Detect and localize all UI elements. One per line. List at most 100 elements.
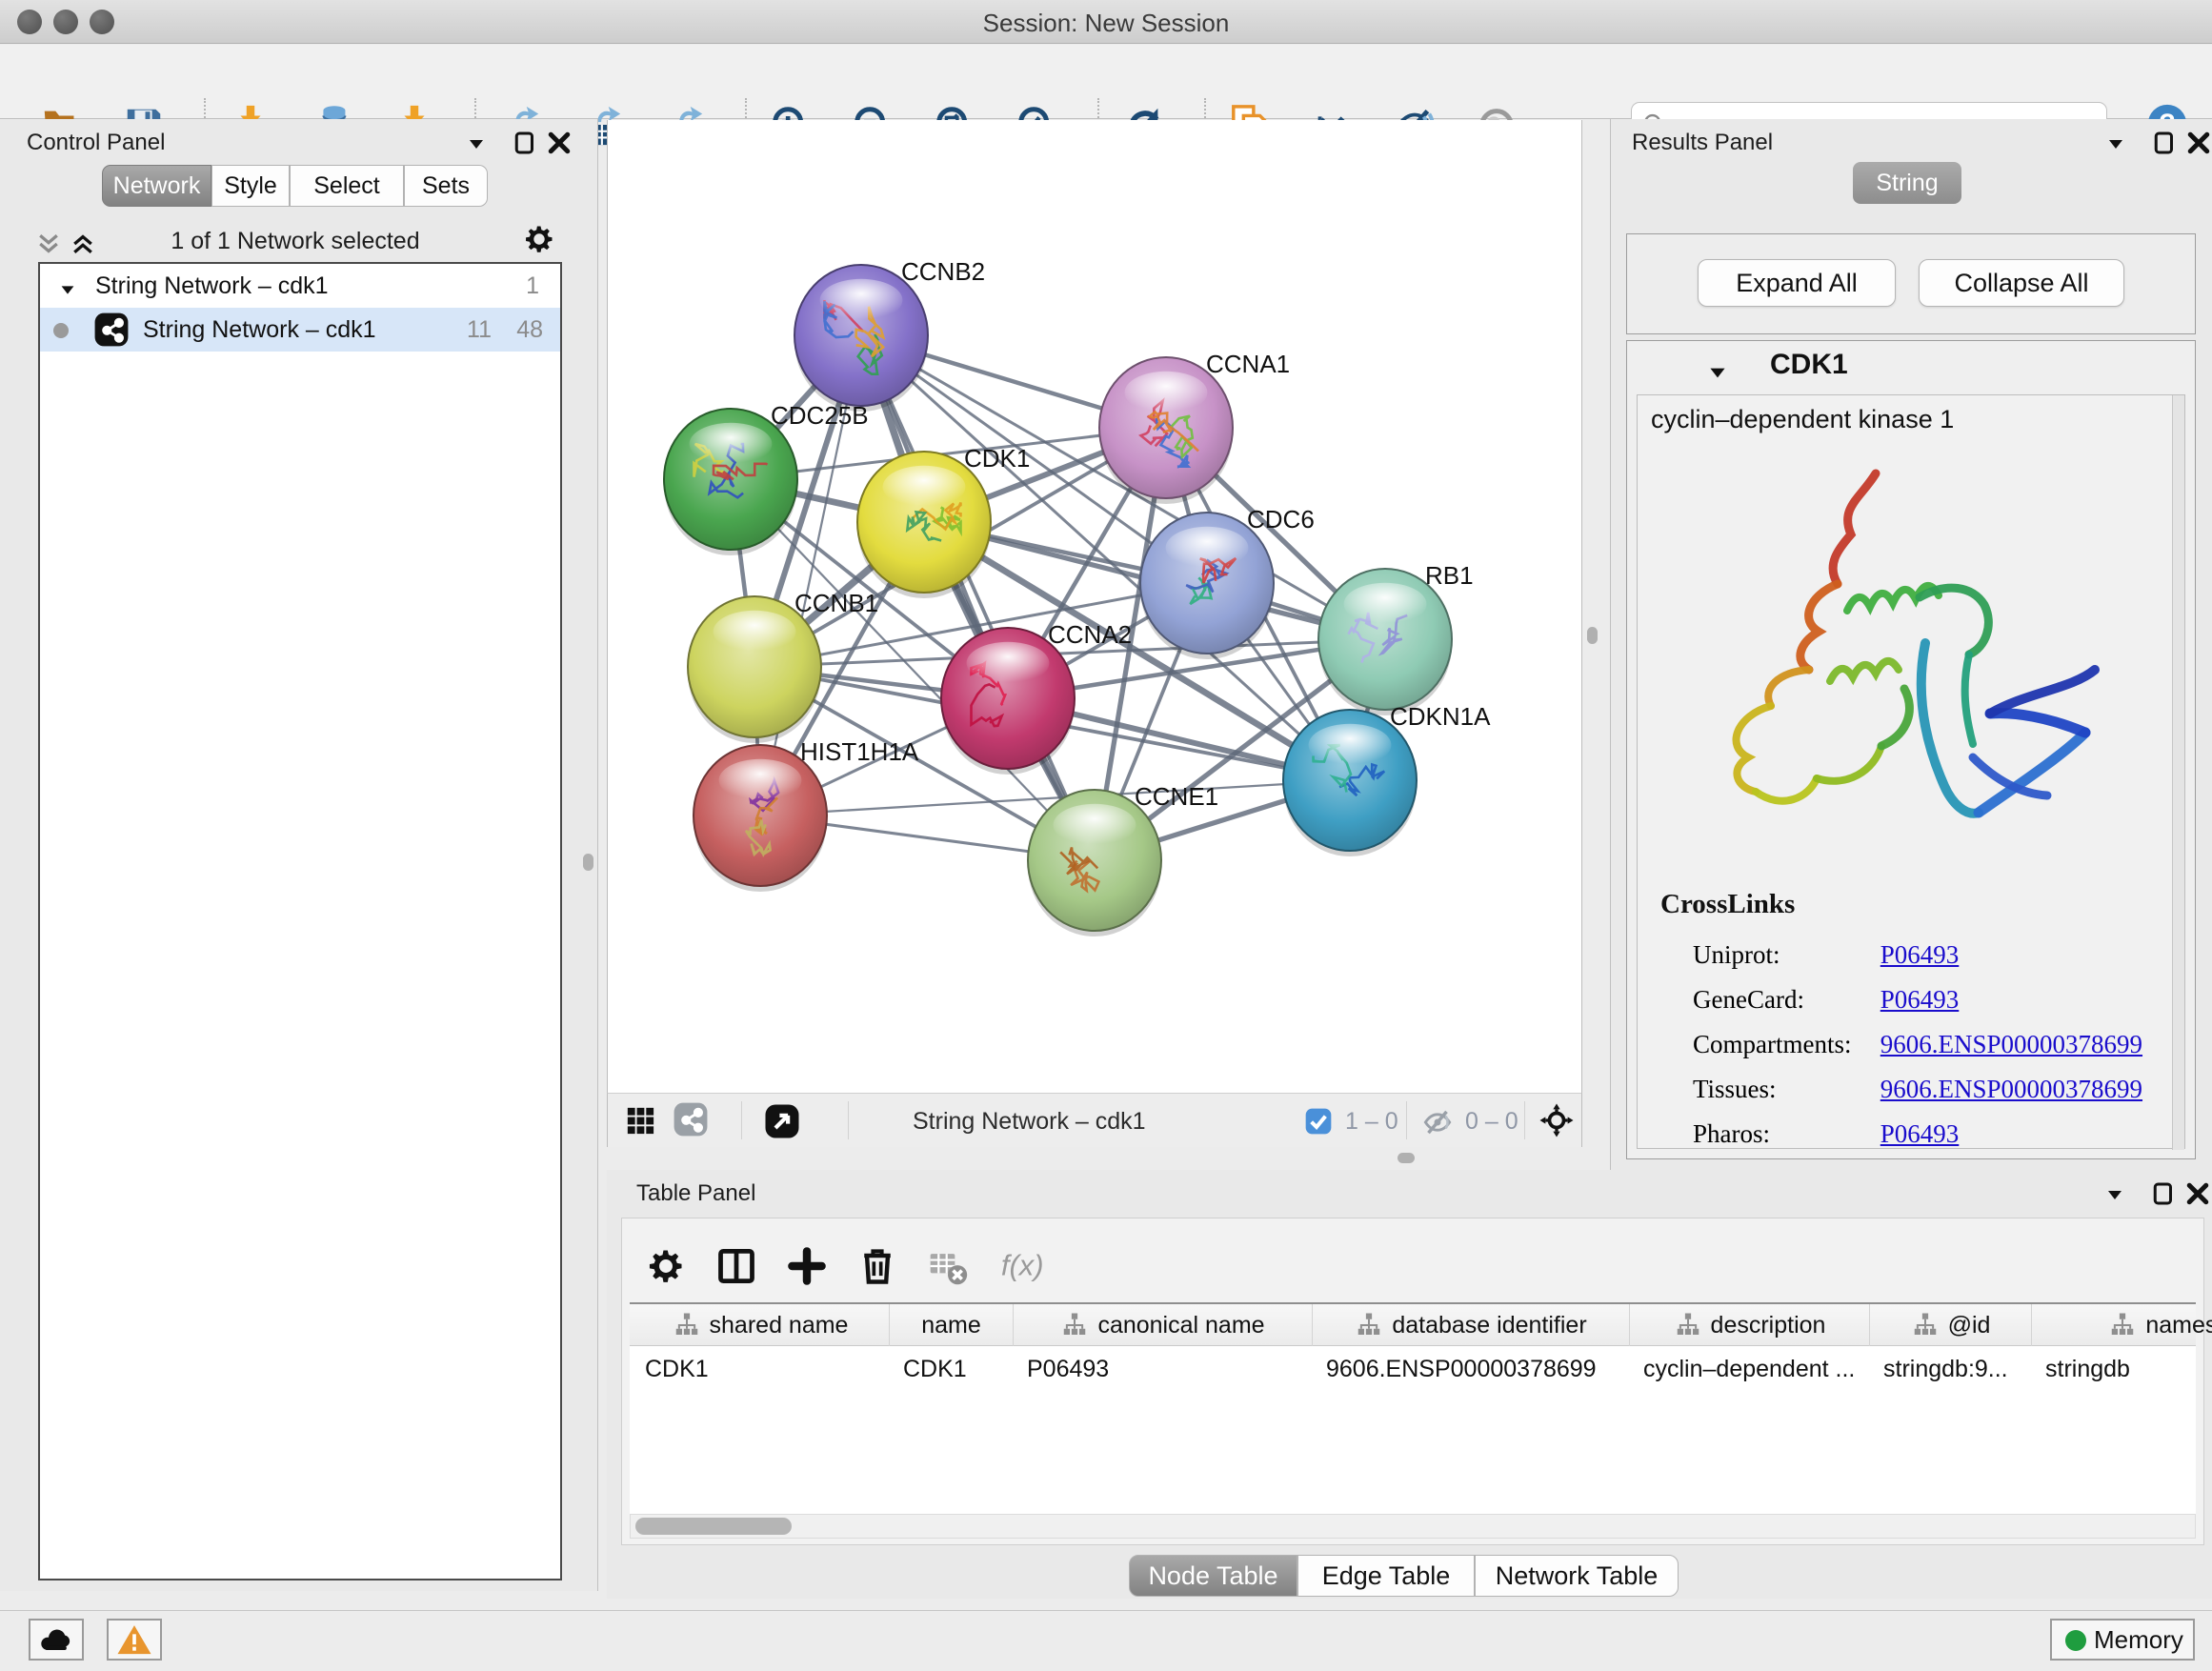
results-panel-float-icon[interactable] xyxy=(2150,129,2179,157)
node-label: CCNA1 xyxy=(1206,350,1290,378)
table-cell[interactable]: stringdb:9... xyxy=(1870,1348,2028,1390)
columns-icon[interactable] xyxy=(715,1245,757,1287)
table-hscrollbar[interactable] xyxy=(630,1514,2196,1539)
network-list: String Network – cdk1 1 String Network –… xyxy=(38,262,562,1580)
table-cell[interactable]: 9606.ENSP00000378699 xyxy=(1313,1348,1626,1390)
crosslink-row: Tissues: 9606.ENSP00000378699 xyxy=(1693,1075,2169,1104)
node-label: CCNB1 xyxy=(794,589,878,617)
tab-network-table[interactable]: Network Table xyxy=(1475,1555,1679,1597)
node-CCNB2[interactable]: CCNB2 xyxy=(794,257,985,412)
results-scrollbar[interactable] xyxy=(2172,395,2184,1150)
column-header-shared-name[interactable]: shared name xyxy=(632,1304,890,1346)
crosslink-link[interactable]: P06493 xyxy=(1880,1119,1960,1148)
memory-button[interactable]: Memory xyxy=(2050,1619,2195,1661)
results-panel-close-icon[interactable] xyxy=(2184,129,2212,157)
left-splitter-handle[interactable] xyxy=(583,854,593,871)
crosslink-row: Uniprot: P06493 xyxy=(1693,940,2169,970)
fit-content-crosshair-icon[interactable] xyxy=(1538,1101,1576,1139)
fx-icon[interactable]: f(x) xyxy=(997,1245,1039,1287)
tab-edge-table[interactable]: Edge Table xyxy=(1297,1555,1475,1597)
hidden-eye-icon[interactable] xyxy=(1419,1104,1456,1140)
column-label: @id xyxy=(1948,1312,1991,1339)
table-cell[interactable]: stringdb xyxy=(2032,1348,2212,1390)
collapse-all-networks-icon[interactable] xyxy=(34,230,63,258)
tab-node-table[interactable]: Node Table xyxy=(1129,1555,1297,1597)
control-panel-close-icon[interactable] xyxy=(545,129,573,157)
grid-view-icon[interactable] xyxy=(625,1105,657,1137)
gene-section-expand-icon[interactable] xyxy=(1705,360,1730,385)
table-cell[interactable]: CDK1 xyxy=(890,1348,1010,1390)
table-cell[interactable]: cyclin–dependent ... xyxy=(1630,1348,1866,1390)
control-panel-collapse-icon[interactable] xyxy=(465,132,488,155)
node-CDKN1A[interactable]: CDKN1A xyxy=(1283,702,1491,856)
node-RB1[interactable]: RB1 xyxy=(1318,561,1474,715)
network-node-count: 11 xyxy=(467,316,492,344)
right-splitter-handle[interactable] xyxy=(1587,627,1598,644)
cloud-button[interactable] xyxy=(29,1619,84,1661)
table-cell[interactable]: CDK1 xyxy=(632,1348,886,1390)
table-hscrollbar-thumb[interactable] xyxy=(635,1518,792,1535)
selected-checkbox-icon[interactable] xyxy=(1303,1106,1334,1137)
network-badge-gray-icon[interactable] xyxy=(673,1101,709,1137)
crosslink-label: Uniprot: xyxy=(1693,940,1874,970)
column-header-namespace[interactable]: namespace xyxy=(2032,1304,2212,1346)
node-CDC25B[interactable]: CDC25B xyxy=(664,401,869,555)
delete-column-icon[interactable] xyxy=(856,1245,898,1287)
crosslink-link[interactable]: P06493 xyxy=(1880,985,1960,1014)
column-label: name xyxy=(921,1312,981,1339)
bottom-splitter-handle[interactable] xyxy=(1398,1153,1415,1163)
node-CCNE1[interactable]: CCNE1 xyxy=(1028,782,1218,936)
table-panel-collapse-icon[interactable] xyxy=(2103,1183,2126,1206)
node-label: CDKN1A xyxy=(1390,702,1491,731)
crosslink-link[interactable]: P06493 xyxy=(1880,940,1960,969)
node-HIST1H1A[interactable]: HIST1H1A xyxy=(694,737,919,892)
node-CCNA1[interactable]: CCNA1 xyxy=(1099,350,1290,504)
add-column-icon[interactable] xyxy=(786,1245,828,1287)
network-selection-status: 1 of 1 Network selected xyxy=(105,228,486,255)
crosslink-link[interactable]: 9606.ENSP00000378699 xyxy=(1880,1030,2142,1058)
network-row-selected[interactable]: String Network – cdk1 11 48 xyxy=(40,308,560,352)
crosslink-label: Tissues: xyxy=(1693,1075,1874,1104)
column-header-canonical-name[interactable]: canonical name xyxy=(1014,1304,1313,1346)
column-header-@id[interactable]: @id xyxy=(1870,1304,2032,1346)
table-panel-float-icon[interactable] xyxy=(2149,1179,2178,1208)
tab-select[interactable]: Select xyxy=(290,165,404,207)
memory-status-dot xyxy=(2065,1630,2086,1651)
crosslink-link[interactable]: 9606.ENSP00000378699 xyxy=(1880,1075,2142,1103)
network-collection-row[interactable]: String Network – cdk1 1 xyxy=(40,264,560,308)
network-canvas[interactable]: CCNB2 CCNA1 CDC25B CDK1 CDC6 RB1 CCNB1 C… xyxy=(607,120,1582,1093)
column-label: canonical name xyxy=(1097,1312,1264,1339)
table-panel-close-icon[interactable] xyxy=(2183,1179,2212,1208)
table-panel: Table Panel f(x) shared namenamecanonica… xyxy=(607,1170,2212,1599)
crosslink-row: Compartments: 9606.ENSP00000378699 xyxy=(1693,1030,2169,1059)
network-options-gear-icon[interactable] xyxy=(522,222,556,256)
warnings-button[interactable] xyxy=(107,1619,162,1661)
node-table: shared name name canonical name database id… xyxy=(630,1302,2196,1539)
expand-all-button[interactable]: Expand All xyxy=(1698,259,1896,307)
tab-network[interactable]: Network xyxy=(102,165,211,207)
delete-table-icon[interactable] xyxy=(927,1245,969,1287)
results-panel-title: Results Panel xyxy=(1632,130,1773,156)
column-header-name[interactable]: name xyxy=(890,1304,1014,1346)
table-cell[interactable]: P06493 xyxy=(1014,1348,1309,1390)
edge-CCNB2-CCNE1[interactable] xyxy=(861,335,1095,860)
collapse-all-button[interactable]: Collapse All xyxy=(1919,259,2124,307)
control-panel-float-icon[interactable] xyxy=(511,129,539,157)
gear-icon[interactable] xyxy=(645,1245,687,1287)
tab-string[interactable]: String xyxy=(1853,162,1961,204)
control-panel-title: Control Panel xyxy=(27,130,165,156)
tab-sets[interactable]: Sets xyxy=(404,165,488,207)
crosslink-label: GeneCard: xyxy=(1693,985,1874,1015)
column-header-description[interactable]: description xyxy=(1630,1304,1870,1346)
network-view-title: String Network – cdk1 xyxy=(913,1108,1146,1136)
birds-eye-view-icon[interactable] xyxy=(762,1101,802,1141)
tab-style[interactable]: Style xyxy=(211,165,290,207)
results-actions-box: Expand All Collapse All xyxy=(1626,233,2196,334)
column-header-database-identifier[interactable]: database identifier xyxy=(1313,1304,1630,1346)
column-label: namespace xyxy=(2145,1312,2212,1339)
expand-all-networks-icon[interactable] xyxy=(69,230,97,258)
node-CCNA2[interactable]: CCNA2 xyxy=(941,620,1132,775)
tree-icon xyxy=(2108,1311,2137,1339)
collection-expand-icon[interactable] xyxy=(57,279,78,300)
results-panel-collapse-icon[interactable] xyxy=(2104,132,2127,155)
